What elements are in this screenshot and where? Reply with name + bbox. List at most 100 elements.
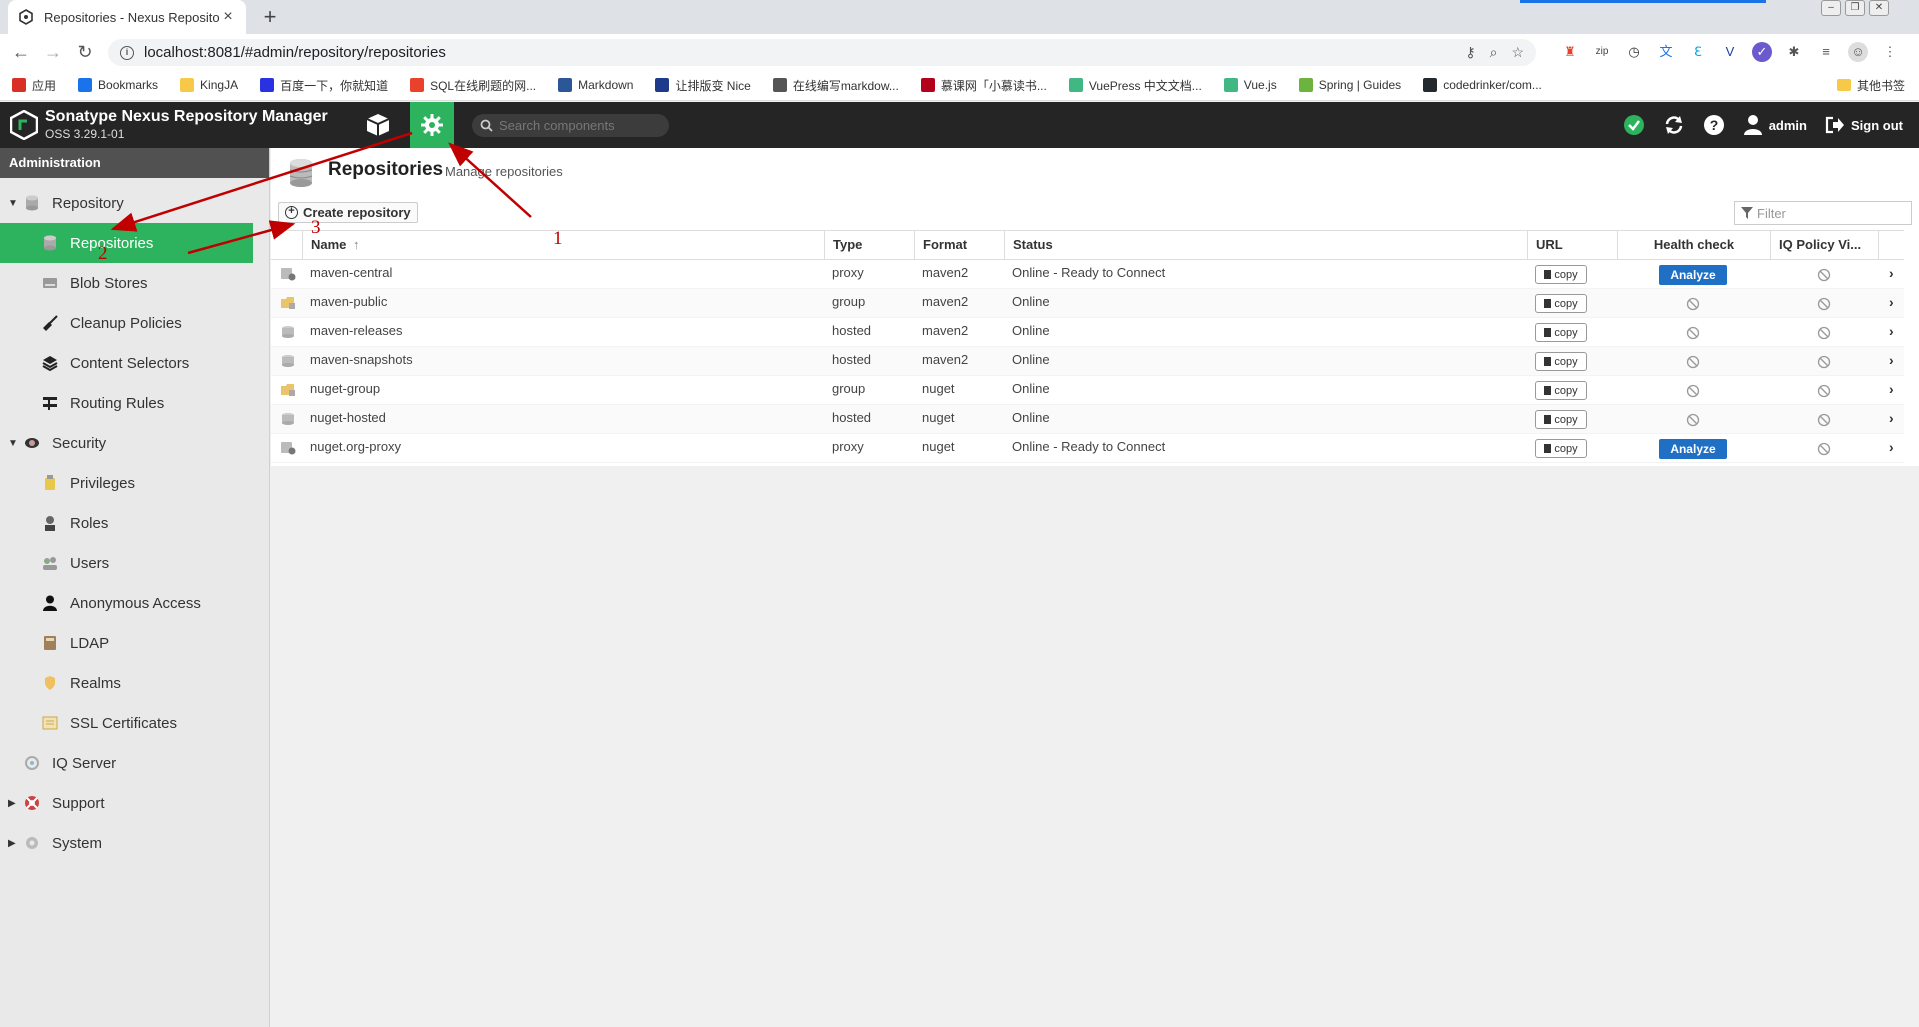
table-row[interactable]: nuget-group group nuget Online copy › [271, 376, 1904, 405]
extension-7-icon[interactable]: ✓ [1752, 42, 1772, 62]
back-icon[interactable]: ← [10, 41, 32, 63]
bookmark-item[interactable]: codedrinker/com... [1423, 78, 1542, 92]
bookmark-item[interactable]: 在线编写markdow... [772, 77, 899, 94]
sidebar-item-users[interactable]: Users [0, 543, 109, 583]
copy-url-button[interactable]: copy [1535, 323, 1587, 342]
key-icon[interactable]: ⚷ [1465, 44, 1475, 61]
chevron-right-icon[interactable]: › [1889, 347, 1894, 373]
extension-6-icon[interactable]: V [1720, 42, 1740, 62]
sidebar-item-privileges[interactable]: Privileges [0, 463, 135, 503]
column-header-url[interactable]: URL [1527, 231, 1617, 259]
column-header-type[interactable]: Type [824, 231, 914, 259]
reading-list-icon[interactable]: ≡ [1816, 42, 1836, 62]
bookmark-item[interactable]: Markdown [558, 78, 633, 92]
minimize-icon[interactable]: – [1821, 0, 1841, 16]
help-icon[interactable]: ? [1703, 114, 1725, 136]
tab-close-icon[interactable]: × [220, 8, 236, 26]
puzzle-icon[interactable]: ✱ [1784, 42, 1804, 62]
refresh-icon[interactable] [1663, 114, 1685, 136]
bookmark-item[interactable]: 应用 [12, 77, 56, 94]
copy-url-button[interactable]: copy [1535, 352, 1587, 371]
search-input[interactable] [499, 118, 659, 133]
bookmark-item[interactable]: 慕课网「小慕读书... [920, 77, 1047, 94]
extension-5-icon[interactable]: ℇ [1688, 42, 1708, 62]
url-text[interactable]: localhost:8081/#admin/repository/reposit… [144, 44, 1465, 61]
browser-menu-icon[interactable]: ⋮ [1880, 42, 1900, 62]
restore-icon[interactable]: ❐ [1845, 0, 1865, 16]
sidebar-item-iq-server[interactable]: IQ Server [0, 743, 116, 783]
copy-url-button[interactable]: copy [1535, 381, 1587, 400]
nexus-logo-icon[interactable] [10, 110, 38, 140]
sidebar-item-cleanup-policies[interactable]: Cleanup Policies [0, 303, 182, 343]
site-info-icon[interactable]: i [120, 45, 134, 60]
zip-extension-icon[interactable]: zip [1592, 42, 1612, 62]
bookmark-star-icon[interactable]: ☆ [1511, 44, 1524, 61]
column-header-format[interactable]: Format [914, 231, 1004, 259]
copy-url-button[interactable]: copy [1535, 410, 1587, 429]
zoom-icon[interactable]: ⌕ [1490, 44, 1498, 61]
sidebar-item-repository[interactable]: ▼ Repository [0, 183, 124, 223]
bookmark-item[interactable]: Spring | Guides [1298, 78, 1401, 92]
analyze-button[interactable]: Analyze [1659, 439, 1727, 459]
chevron-right-icon[interactable]: › [1889, 405, 1894, 431]
bookmark-item[interactable]: VuePress 中文文档... [1068, 77, 1202, 94]
forward-icon[interactable]: → [42, 41, 64, 63]
table-row[interactable]: maven-central proxy maven2 Online - Ready t… [271, 260, 1904, 289]
column-header-name[interactable]: Name ↑ [302, 231, 824, 259]
sidebar-item-routing-rules[interactable]: Routing Rules [0, 383, 164, 423]
analyze-button[interactable]: Analyze [1659, 265, 1727, 285]
bookmark-item[interactable]: Vue.js [1223, 78, 1277, 92]
sidebar-item-roles[interactable]: Roles [0, 503, 108, 543]
column-header-iq-policy[interactable]: IQ Policy Vi... [1770, 231, 1878, 259]
extension-1-icon[interactable]: ♜ [1560, 42, 1580, 62]
sidebar-item-blob-stores[interactable]: Blob Stores [0, 263, 148, 303]
filter-box[interactable] [1734, 201, 1912, 225]
column-header-status[interactable]: Status [1004, 231, 1527, 259]
copy-url-button[interactable]: copy [1535, 265, 1587, 284]
translate-icon[interactable]: 文 [1656, 42, 1676, 62]
browser-tab[interactable]: Repositories - Nexus Reposito × [8, 0, 246, 34]
bookmark-item[interactable]: KingJA [180, 78, 238, 92]
chevron-right-icon[interactable]: › [1889, 434, 1894, 460]
sidebar-item-realms[interactable]: Realms [0, 663, 121, 703]
table-row[interactable]: maven-snapshots hosted maven2 Online copy › [271, 347, 1904, 376]
table-row[interactable]: maven-releases hosted maven2 Online copy › [271, 318, 1904, 347]
bookmark-item[interactable]: 让排版变 Nice [655, 77, 751, 94]
chevron-right-icon[interactable]: › [1889, 289, 1894, 315]
table-row[interactable]: nuget.org-proxy proxy nuget Online - Ready … [271, 434, 1904, 463]
sidebar-item-ldap[interactable]: LDAP [0, 623, 109, 663]
column-header-health-check[interactable]: Health check [1617, 231, 1770, 259]
other-bookmarks[interactable]: 其他书签 [1836, 70, 1905, 100]
filter-input[interactable] [1757, 205, 1907, 221]
address-bar[interactable]: i localhost:8081/#admin/repository/repos… [108, 39, 1536, 66]
expand-arrow-icon[interactable]: ▶ [8, 798, 18, 809]
user-menu[interactable]: admin [1743, 114, 1807, 136]
chevron-right-icon[interactable]: › [1889, 376, 1894, 402]
sidebar-item-security[interactable]: ▼ Security [0, 423, 106, 463]
bookmark-item[interactable]: 百度一下，你就知道 [260, 77, 388, 94]
component-search[interactable] [472, 114, 669, 137]
sidebar-item-content-selectors[interactable]: Content Selectors [0, 343, 189, 383]
sidebar-item-ssl-certificates[interactable]: SSL Certificates [0, 703, 177, 743]
collapse-arrow-icon[interactable]: ▼ [8, 438, 18, 449]
browse-cube-icon[interactable] [364, 112, 392, 138]
system-status-icon[interactable] [1623, 114, 1645, 136]
copy-url-button[interactable]: copy [1535, 294, 1587, 313]
copy-url-button[interactable]: copy [1535, 439, 1587, 458]
profile-avatar-icon[interactable]: ☺ [1848, 42, 1868, 62]
chevron-right-icon[interactable]: › [1889, 318, 1894, 344]
sidebar-item-anonymous-access[interactable]: Anonymous Access [0, 583, 201, 623]
sidebar-item-support[interactable]: ▶ Support [0, 783, 105, 823]
create-repository-button[interactable]: + Create repository [278, 202, 418, 223]
expand-arrow-icon[interactable]: ▶ [8, 838, 18, 849]
sign-out-button[interactable]: Sign out [1825, 116, 1903, 134]
collapse-arrow-icon[interactable]: ▼ [8, 198, 18, 209]
new-tab-button[interactable]: + [258, 4, 282, 30]
chevron-right-icon[interactable]: › [1889, 260, 1894, 286]
table-row[interactable]: maven-public group maven2 Online copy › [271, 289, 1904, 318]
bookmark-item[interactable]: SQL在线刷题的网... [410, 77, 536, 94]
close-window-icon[interactable]: ✕ [1869, 0, 1889, 16]
reload-icon[interactable]: ↻ [74, 41, 96, 63]
sidebar-item-system[interactable]: ▶ System [0, 823, 102, 863]
admin-gear-button[interactable] [410, 102, 454, 148]
